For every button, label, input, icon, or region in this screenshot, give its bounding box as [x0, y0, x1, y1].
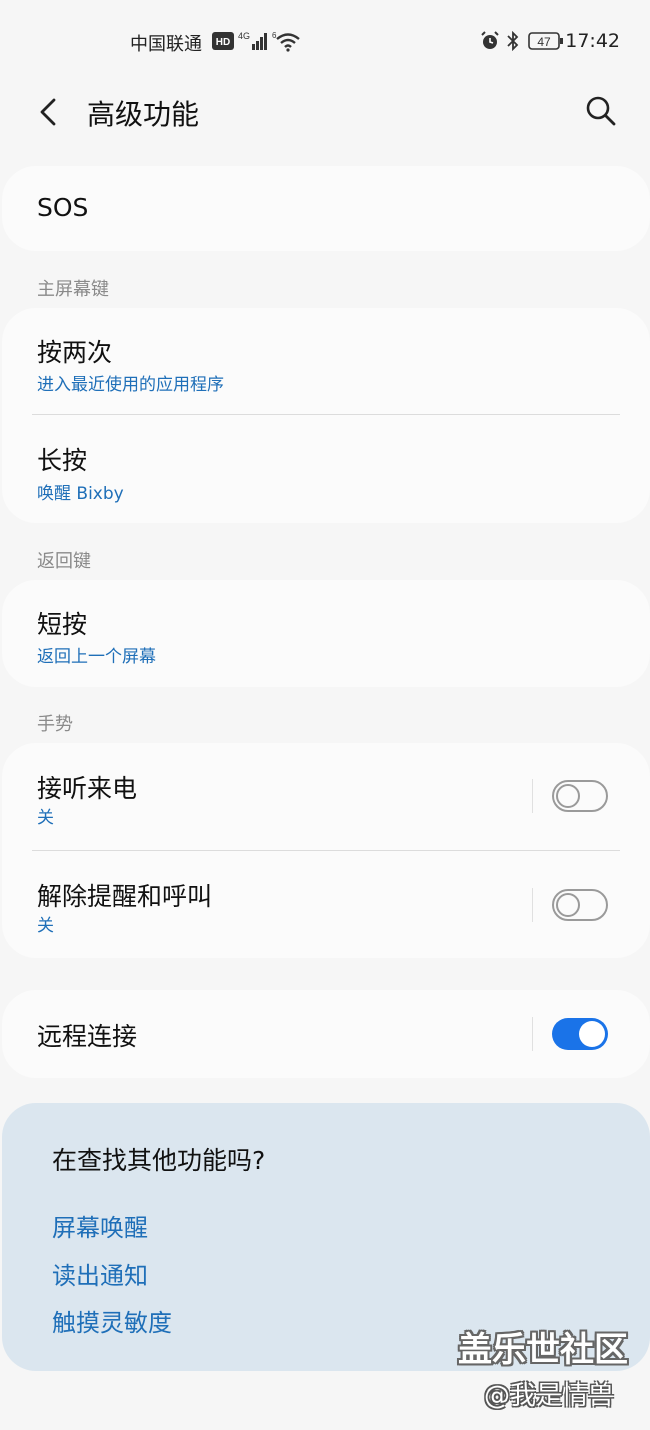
- vertical-separator: [532, 779, 533, 813]
- remote-connection-toggle[interactable]: [552, 1018, 608, 1050]
- vertical-separator: [532, 888, 533, 922]
- vertical-separator: [532, 1017, 533, 1051]
- signal-icon: 4G: [238, 30, 270, 52]
- alarm-icon: [480, 30, 500, 52]
- item-title: 解除提醒和呼叫: [37, 882, 213, 911]
- svg-text:6: 6: [272, 31, 277, 40]
- answer-call-toggle[interactable]: [552, 780, 608, 812]
- section-label-home-key: 主屏幕键: [37, 279, 109, 300]
- home-key-long-press-item[interactable]: 长按 唤醒 Bixby: [2, 415, 650, 523]
- watermark-author: @我是情兽: [484, 1381, 615, 1411]
- watermark-title: 盖乐世社区: [458, 1330, 628, 1370]
- item-title: 接听来电: [37, 774, 138, 803]
- sos-label: SOS: [37, 193, 89, 222]
- item-title: 按两次: [37, 338, 113, 367]
- toggle-knob: [556, 784, 580, 808]
- item-subtitle: 关: [37, 808, 54, 828]
- carrier-label: 中国联通: [130, 34, 202, 55]
- home-key-double-press-item[interactable]: 按两次 进入最近使用的应用程序: [2, 308, 650, 415]
- remote-connection-item[interactable]: 远程连接: [2, 990, 650, 1078]
- link-touch-sensitivity[interactable]: 触摸灵敏度: [52, 1303, 172, 1338]
- page-title: 高级功能: [87, 98, 200, 131]
- answer-call-item[interactable]: 接听来电 关: [2, 743, 650, 850]
- back-key-short-press-item[interactable]: 短按 返回上一个屏幕: [2, 580, 650, 687]
- home-key-card: 按两次 进入最近使用的应用程序 长按 唤醒 Bixby: [2, 308, 650, 523]
- suggestions-title: 在查找其他功能吗?: [52, 1146, 266, 1175]
- back-arrow-icon[interactable]: [34, 92, 66, 132]
- svg-text:4G: 4G: [238, 31, 250, 41]
- battery-icon: 47: [528, 30, 564, 52]
- back-key-card: 短按 返回上一个屏幕: [2, 580, 650, 687]
- gestures-card: 接听来电 关 解除提醒和呼叫 关: [2, 743, 650, 958]
- bluetooth-icon: [506, 30, 520, 52]
- toggle-knob: [579, 1021, 605, 1047]
- item-subtitle: 唤醒 Bixby: [37, 484, 124, 504]
- svg-text:47: 47: [537, 35, 551, 49]
- item-subtitle: 返回上一个屏幕: [37, 647, 156, 667]
- item-title: 短按: [37, 610, 88, 639]
- section-label-back-key: 返回键: [37, 551, 91, 572]
- section-label-gestures: 手势: [37, 714, 73, 735]
- sos-item[interactable]: SOS: [2, 166, 650, 251]
- link-read-notifications[interactable]: 读出通知: [52, 1256, 148, 1291]
- item-subtitle: 关: [37, 916, 54, 936]
- hd-icon: HD: [212, 30, 234, 52]
- clock: 17:42: [565, 30, 620, 52]
- status-bar: 中国联通 HD 4G 6 47 17:42: [0, 0, 650, 82]
- link-screen-wake[interactable]: 屏幕唤醒: [52, 1208, 148, 1243]
- item-subtitle: 进入最近使用的应用程序: [37, 375, 224, 395]
- item-title: 长按: [37, 446, 88, 475]
- dismiss-alerts-toggle[interactable]: [552, 889, 608, 921]
- app-header: 高级功能: [0, 82, 650, 142]
- svg-text:HD: HD: [216, 37, 230, 48]
- dismiss-alerts-item[interactable]: 解除提醒和呼叫 关: [2, 851, 650, 958]
- wifi-icon: 6: [272, 30, 302, 52]
- item-title: 远程连接: [37, 1022, 138, 1051]
- search-icon[interactable]: [584, 94, 618, 128]
- toggle-knob: [556, 893, 580, 917]
